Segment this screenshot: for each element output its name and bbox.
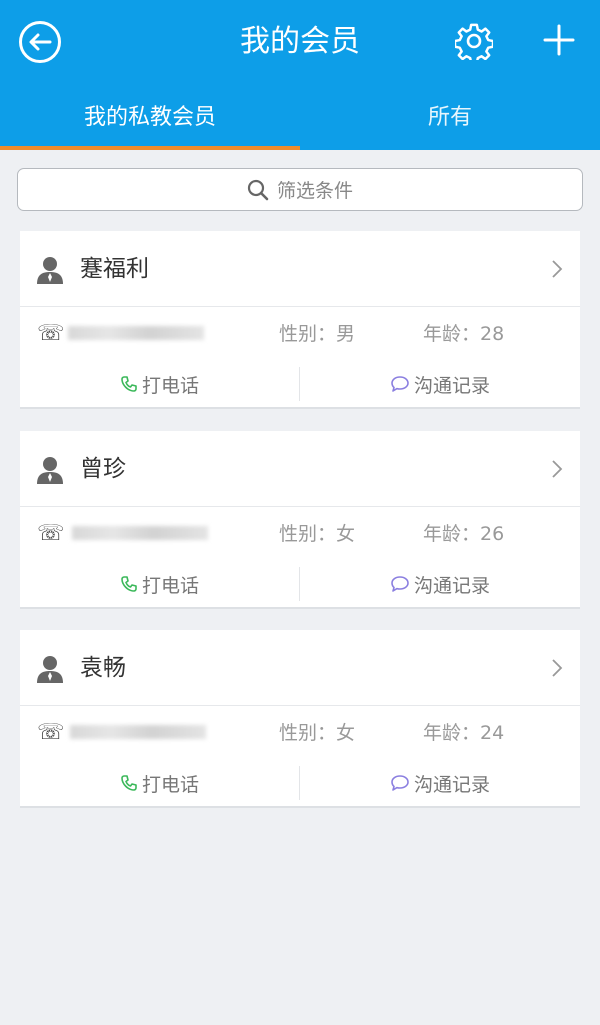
- tab-my-private-members[interactable]: 我的私教会员: [0, 96, 300, 150]
- log-label: 沟通记录: [413, 574, 490, 597]
- member-age: 年龄：24: [423, 722, 505, 744]
- page-title: 我的会员: [240, 24, 360, 59]
- search-icon: [247, 179, 269, 200]
- filter-search-bar[interactable]: 筛选条件: [17, 168, 583, 211]
- communication-log-button[interactable]: 沟通记录: [300, 361, 580, 407]
- member-card: 蹇福利 ☏ 性别：男 年龄：28 打电话 沟通记录: [20, 231, 580, 409]
- call-button[interactable]: 打电话: [20, 760, 299, 806]
- telephone-icon: ☏: [37, 720, 65, 745]
- tab-label: 所有: [427, 105, 472, 130]
- member-name: 蹇福利: [80, 256, 149, 282]
- log-label: 沟通记录: [413, 773, 490, 796]
- communication-log-button[interactable]: 沟通记录: [300, 760, 580, 806]
- chat-bubble-icon: [391, 576, 409, 592]
- phone-number-redacted: [70, 725, 206, 739]
- settings-button[interactable]: [453, 22, 495, 65]
- plus-icon: [543, 24, 575, 56]
- phone-call-icon: [121, 576, 137, 592]
- member-name: 袁畅: [80, 655, 126, 681]
- add-member-button[interactable]: [541, 22, 577, 58]
- phone-number-redacted: [68, 326, 204, 340]
- app-header: 我的会员 我的私教会员 所有: [0, 0, 600, 150]
- member-name: 曾珍: [80, 456, 126, 482]
- call-label: 打电话: [141, 574, 199, 597]
- chevron-right-icon: [552, 659, 563, 677]
- chat-bubble-icon: [391, 775, 409, 791]
- member-gender: 性别：女: [279, 523, 356, 545]
- member-actions: 打电话 沟通记录: [20, 361, 580, 407]
- search-placeholder: 筛选条件: [276, 180, 353, 202]
- phone-call-icon: [121, 376, 137, 392]
- member-info-row: ☏ 性别：女 年龄：26: [20, 507, 580, 561]
- member-info-row: ☏ 性别：男 年龄：28: [20, 307, 580, 361]
- member-card-header[interactable]: 曾珍: [20, 431, 580, 507]
- member-info-row: ☏ 性别：女 年龄：24: [20, 706, 580, 760]
- person-icon: [37, 457, 63, 484]
- log-label: 沟通记录: [413, 374, 490, 397]
- member-age: 年龄：28: [423, 323, 505, 345]
- member-age: 年龄：26: [423, 523, 505, 545]
- member-card-header[interactable]: 蹇福利: [20, 231, 580, 307]
- member-actions: 打电话 沟通记录: [20, 760, 580, 806]
- member-card: 曾珍 ☏ 性别：女 年龄：26 打电话 沟通记录: [20, 431, 580, 609]
- communication-log-button[interactable]: 沟通记录: [300, 561, 580, 607]
- phone-number-redacted: [72, 526, 208, 540]
- call-button[interactable]: 打电话: [20, 361, 299, 407]
- phone-call-icon: [121, 775, 137, 791]
- person-icon: [37, 257, 63, 284]
- gear-icon: [453, 23, 495, 65]
- person-icon: [37, 656, 63, 683]
- member-gender: 性别：男: [279, 323, 356, 345]
- member-actions: 打电话 沟通记录: [20, 561, 580, 607]
- telephone-icon: ☏: [37, 321, 65, 346]
- tab-all[interactable]: 所有: [300, 96, 600, 150]
- tab-active-indicator: [0, 146, 300, 150]
- call-label: 打电话: [141, 374, 199, 397]
- chevron-right-icon: [552, 260, 563, 278]
- call-label: 打电话: [141, 773, 199, 796]
- member-card-header[interactable]: 袁畅: [20, 630, 580, 706]
- tab-bar: 我的私教会员 所有: [0, 96, 600, 150]
- chevron-right-icon: [552, 460, 563, 478]
- chat-bubble-icon: [391, 376, 409, 392]
- call-button[interactable]: 打电话: [20, 561, 299, 607]
- member-card: 袁畅 ☏ 性别：女 年龄：24 打电话 沟通记录: [20, 630, 580, 808]
- tab-label: 我的私教会员: [83, 105, 216, 130]
- telephone-icon: ☏: [37, 521, 65, 546]
- member-gender: 性别：女: [279, 722, 356, 744]
